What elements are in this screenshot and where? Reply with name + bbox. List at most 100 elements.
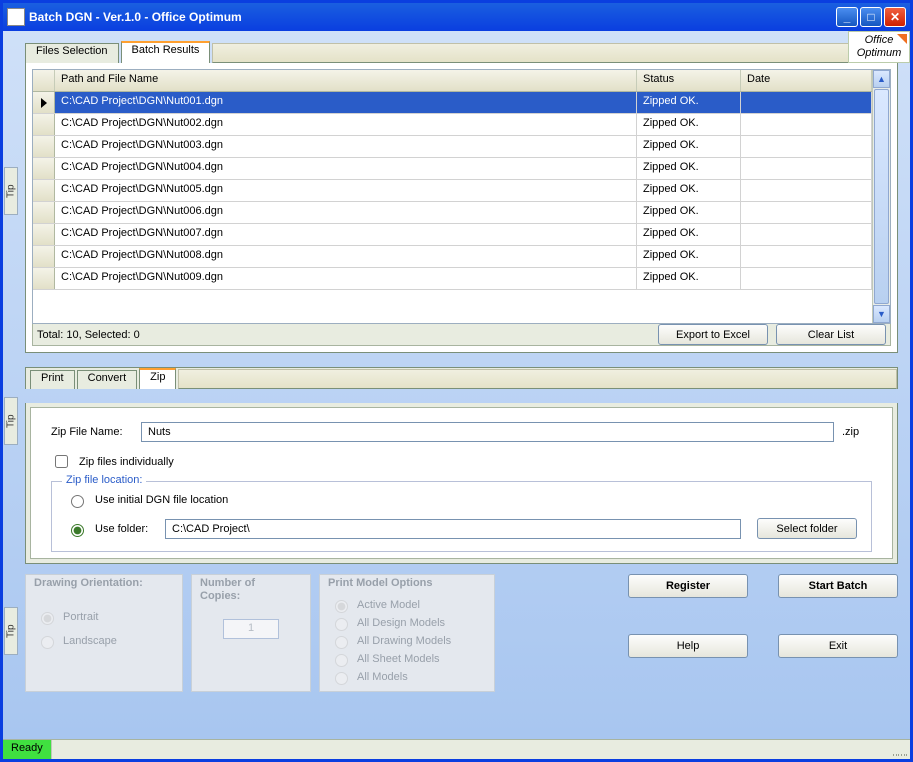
printmodel-group: Print Model Options Active ModelAll Desi… bbox=[319, 574, 495, 692]
maximize-button[interactable]: □ bbox=[860, 7, 882, 27]
cell-path: C:\CAD Project\DGN\Nut008.dgn bbox=[55, 246, 637, 267]
cell-path: C:\CAD Project\DGN\Nut001.dgn bbox=[55, 92, 637, 113]
printmodel-radio bbox=[335, 600, 348, 613]
tipbar: Tip Tip Tip bbox=[3, 31, 21, 739]
zip-use-folder-radio[interactable] bbox=[71, 524, 84, 537]
table-row[interactable]: C:\CAD Project\DGN\Nut001.dgnZipped OK. bbox=[33, 92, 872, 114]
landscape-radio bbox=[41, 636, 54, 649]
vertical-scrollbar[interactable]: ▲ ▼ bbox=[872, 70, 890, 323]
zip-folder-input[interactable] bbox=[165, 519, 741, 539]
cell-status: Zipped OK. bbox=[637, 202, 741, 223]
start-batch-button[interactable]: Start Batch bbox=[778, 574, 898, 598]
zip-use-initial-radio[interactable] bbox=[71, 495, 84, 508]
top-tabstrip: Files Selection Batch Results bbox=[25, 41, 898, 63]
grid-footer: Total: 10, Selected: 0 Export to Excel C… bbox=[32, 324, 891, 346]
zip-use-folder-label: Use folder: bbox=[95, 523, 157, 535]
table-row[interactable]: C:\CAD Project\DGN\Nut008.dgnZipped OK. bbox=[33, 246, 872, 268]
cell-date bbox=[741, 202, 872, 223]
table-row[interactable]: C:\CAD Project\DGN\Nut005.dgnZipped OK. bbox=[33, 180, 872, 202]
cell-status: Zipped OK. bbox=[637, 114, 741, 135]
select-folder-button[interactable]: Select folder bbox=[757, 518, 857, 539]
table-row[interactable]: C:\CAD Project\DGN\Nut006.dgnZipped OK. bbox=[33, 202, 872, 224]
cell-path: C:\CAD Project\DGN\Nut003.dgn bbox=[55, 136, 637, 157]
cell-status: Zipped OK. bbox=[637, 158, 741, 179]
table-row[interactable]: C:\CAD Project\DGN\Nut002.dgnZipped OK. bbox=[33, 114, 872, 136]
cell-date bbox=[741, 92, 872, 113]
cell-status: Zipped OK. bbox=[637, 268, 741, 289]
cell-date bbox=[741, 114, 872, 135]
subpanel: Zip File Name: .zip Zip files individual… bbox=[25, 403, 898, 564]
clear-list-button[interactable]: Clear List bbox=[776, 324, 886, 345]
subtab-convert[interactable]: Convert bbox=[77, 370, 138, 389]
cell-status: Zipped OK. bbox=[637, 246, 741, 267]
help-button[interactable]: Help bbox=[628, 634, 748, 658]
tab-batch-results[interactable]: Batch Results bbox=[121, 41, 211, 63]
tip-button-2[interactable]: Tip bbox=[4, 397, 18, 445]
cell-status: Zipped OK. bbox=[637, 180, 741, 201]
subtab-print[interactable]: Print bbox=[30, 370, 75, 389]
scroll-down-icon[interactable]: ▼ bbox=[873, 305, 890, 323]
cell-date bbox=[741, 136, 872, 157]
orientation-group: Drawing Orientation: Portrait Landscape bbox=[25, 574, 183, 692]
cell-status: Zipped OK. bbox=[637, 92, 741, 113]
app-icon bbox=[7, 8, 25, 26]
current-row-icon bbox=[41, 98, 47, 108]
zip-location-legend: Zip file location: bbox=[62, 474, 146, 486]
cell-path: C:\CAD Project\DGN\Nut006.dgn bbox=[55, 202, 637, 223]
tip-button-3[interactable]: Tip bbox=[4, 607, 18, 655]
cell-date bbox=[741, 158, 872, 179]
register-button[interactable]: Register bbox=[628, 574, 748, 598]
cell-path: C:\CAD Project\DGN\Nut002.dgn bbox=[55, 114, 637, 135]
resize-grip[interactable] bbox=[892, 740, 910, 759]
cell-status: Zipped OK. bbox=[637, 224, 741, 245]
exit-button[interactable]: Exit bbox=[778, 634, 898, 658]
table-row[interactable]: C:\CAD Project\DGN\Nut007.dgnZipped OK. bbox=[33, 224, 872, 246]
printmodel-radio bbox=[335, 654, 348, 667]
close-button[interactable]: ✕ bbox=[884, 7, 906, 27]
results-grid[interactable]: Path and File Name Status Date C:\CAD Pr… bbox=[32, 69, 891, 324]
col-date[interactable]: Date bbox=[741, 70, 872, 91]
zip-filename-input[interactable] bbox=[141, 422, 834, 442]
cell-path: C:\CAD Project\DGN\Nut004.dgn bbox=[55, 158, 637, 179]
col-path[interactable]: Path and File Name bbox=[55, 70, 637, 91]
cell-status: Zipped OK. bbox=[637, 136, 741, 157]
statusbar: Ready bbox=[3, 739, 910, 759]
cell-path: C:\CAD Project\DGN\Nut005.dgn bbox=[55, 180, 637, 201]
tab-files-selection[interactable]: Files Selection bbox=[25, 43, 119, 63]
table-row[interactable]: C:\CAD Project\DGN\Nut003.dgnZipped OK. bbox=[33, 136, 872, 158]
client-area: Tip Tip Tip OfficeOptimum Files Selectio… bbox=[3, 31, 910, 739]
lower-zone: Drawing Orientation: Portrait Landscape … bbox=[25, 574, 898, 692]
cell-path: C:\CAD Project\DGN\Nut007.dgn bbox=[55, 224, 637, 245]
grid-count-label: Total: 10, Selected: 0 bbox=[37, 329, 650, 341]
subtabstrip: Print Convert Zip bbox=[25, 367, 898, 389]
subtab-zip[interactable]: Zip bbox=[139, 368, 176, 389]
portrait-radio bbox=[41, 612, 54, 625]
zip-use-initial-label: Use initial DGN file location bbox=[95, 494, 228, 506]
zip-location-fieldset: Zip file location: Use initial DGN file … bbox=[51, 481, 872, 552]
tip-button-1[interactable]: Tip bbox=[4, 167, 18, 215]
printmodel-radio bbox=[335, 672, 348, 685]
cell-date bbox=[741, 180, 872, 201]
cell-path: C:\CAD Project\DGN\Nut009.dgn bbox=[55, 268, 637, 289]
zip-ext-label: .zip bbox=[842, 426, 872, 438]
table-row[interactable]: C:\CAD Project\DGN\Nut004.dgnZipped OK. bbox=[33, 158, 872, 180]
scroll-up-icon[interactable]: ▲ bbox=[873, 70, 890, 88]
zip-individually-checkbox[interactable] bbox=[55, 455, 68, 468]
cell-date bbox=[741, 246, 872, 267]
col-status[interactable]: Status bbox=[637, 70, 741, 91]
zip-individually-label: Zip files individually bbox=[79, 456, 174, 468]
zip-filename-label: Zip File Name: bbox=[51, 426, 133, 438]
minimize-button[interactable]: _ bbox=[836, 7, 858, 27]
export-excel-button[interactable]: Export to Excel bbox=[658, 324, 768, 345]
scroll-thumb[interactable] bbox=[874, 89, 889, 304]
copies-value: 1 bbox=[223, 619, 279, 639]
logo: OfficeOptimum bbox=[848, 31, 910, 63]
table-row[interactable]: C:\CAD Project\DGN\Nut009.dgnZipped OK. bbox=[33, 268, 872, 290]
window-title: Batch DGN - Ver.1.0 - Office Optimum bbox=[29, 10, 836, 24]
window: Batch DGN - Ver.1.0 - Office Optimum _ □… bbox=[0, 0, 913, 762]
titlebar: Batch DGN - Ver.1.0 - Office Optimum _ □… bbox=[3, 3, 910, 31]
results-panel: Path and File Name Status Date C:\CAD Pr… bbox=[25, 63, 898, 353]
copies-group: Number of Copies: 1 bbox=[191, 574, 311, 692]
cell-date bbox=[741, 268, 872, 289]
status-ready: Ready bbox=[3, 740, 52, 759]
